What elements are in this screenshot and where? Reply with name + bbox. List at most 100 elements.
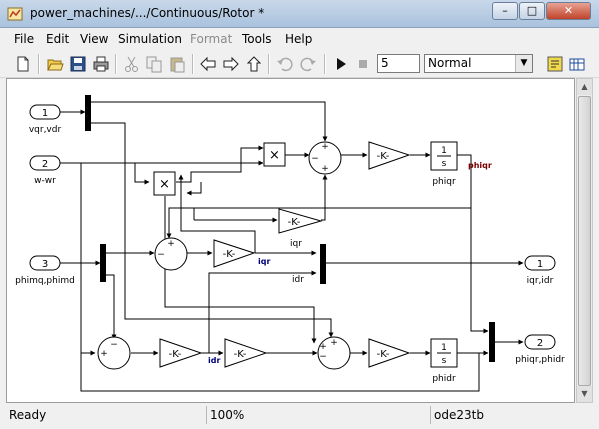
minimize-icon: –: [502, 4, 508, 17]
up-button[interactable]: [245, 55, 263, 73]
outport-1[interactable]: 1 iqr,idr: [524, 255, 556, 286]
print-icon: [93, 56, 109, 72]
outport-2-label: phiqr,phidr: [515, 355, 565, 365]
vertical-scrollbar[interactable]: ▲ ▼: [576, 78, 593, 403]
sum-4-sign-top: −: [110, 340, 118, 350]
status-bar: Ready 100% ode23tb: [0, 404, 599, 429]
library-browser-icon: [569, 58, 585, 71]
open-button[interactable]: [46, 55, 64, 73]
signal-label-iqr: iqr: [258, 257, 270, 266]
save-button[interactable]: [69, 55, 87, 73]
simulation-mode-value: Normal: [428, 56, 472, 70]
menu-simulation[interactable]: Simulation: [118, 32, 182, 46]
outport-1-number: 1: [537, 259, 543, 270]
product-block-1[interactable]: ×: [263, 142, 286, 167]
stop-simulation-button[interactable]: [354, 55, 372, 73]
inport-2[interactable]: 2 w-wr: [29, 155, 61, 186]
outport-2-number: 2: [537, 338, 543, 349]
gain-iqr-name: iqr: [290, 239, 302, 249]
toolbar-separator: [38, 54, 40, 74]
gain-block-1[interactable]: -K-: [368, 141, 411, 170]
library-browser-button[interactable]: [568, 55, 586, 73]
gain-6-label: -K-: [377, 349, 390, 360]
forward-icon: [223, 56, 239, 72]
menu-help[interactable]: Help: [285, 32, 312, 46]
solver-name: ode23tb: [430, 406, 580, 424]
stop-time-input[interactable]: 5: [377, 54, 420, 73]
gain-block-iqr[interactable]: -K- iqr: [278, 208, 323, 249]
inport-1[interactable]: 1 vqr,vdr: [29, 104, 62, 135]
sum-3-sign-left: +: [319, 342, 327, 352]
sum-block-1[interactable]: + − +: [308, 141, 342, 175]
start-icon: [337, 58, 346, 70]
cut-icon: [125, 56, 138, 72]
sum-4-sign-left: +: [100, 349, 108, 359]
gain-5-label: -K-: [234, 349, 247, 360]
toolbar-separator: [192, 54, 194, 74]
mux-iqr-idr[interactable]: [320, 244, 326, 284]
print-button[interactable]: [92, 55, 110, 73]
minimize-button[interactable]: –: [492, 2, 518, 20]
sum-block-3[interactable]: + + −: [317, 336, 351, 370]
simulation-mode-select[interactable]: Normal ▼: [424, 54, 533, 73]
cut-button[interactable]: [123, 55, 141, 73]
demux-1[interactable]: [85, 95, 91, 131]
sum-3-sign-top: +: [330, 338, 338, 348]
outport-2[interactable]: 2 phiqr,phidr: [515, 334, 565, 365]
mux-phiqr-phidr[interactable]: [489, 322, 495, 362]
model-advisor-button[interactable]: [546, 55, 564, 73]
back-button[interactable]: [199, 55, 217, 73]
inport-2-label: w-wr: [34, 176, 56, 186]
model-canvas[interactable]: 1 vqr,vdr 2 w-wr 3 phimq,phimd 1 iqr,idr…: [6, 78, 575, 403]
sum-3-sign-bottom: −: [319, 352, 327, 362]
inport-1-label: vqr,vdr: [29, 125, 62, 135]
maximize-button[interactable]: □: [519, 2, 545, 20]
scroll-down-icon[interactable]: ▼: [577, 386, 592, 402]
inport-3-label: phimq,phimd: [15, 276, 75, 286]
integrator-phidr[interactable]: 1 s phidr: [430, 338, 458, 384]
integrator-phiqr[interactable]: 1 s phiqr: [430, 141, 458, 187]
product-block-2[interactable]: ×: [153, 171, 176, 196]
scrollbar-thumb[interactable]: [578, 96, 591, 386]
sum-1-sign-left: −: [311, 154, 319, 164]
undo-button[interactable]: [276, 55, 294, 73]
gain-1-label: -K-: [377, 151, 390, 162]
start-simulation-button[interactable]: [332, 55, 350, 73]
sum-2-sign-top: +: [167, 239, 175, 249]
back-icon: [200, 56, 216, 72]
sum-block-4[interactable]: + −: [97, 336, 131, 370]
copy-button[interactable]: [145, 55, 163, 73]
gain-4-label: -K-: [169, 349, 182, 360]
new-model-icon: [17, 56, 29, 72]
sum-block-2[interactable]: + −: [154, 237, 188, 271]
menu-edit[interactable]: Edit: [46, 32, 69, 46]
chevron-down-icon[interactable]: ▼: [515, 55, 532, 72]
forward-button[interactable]: [222, 55, 240, 73]
menu-format[interactable]: Format: [190, 32, 232, 46]
close-button[interactable]: ✕: [546, 2, 591, 20]
demux-2[interactable]: [100, 244, 106, 282]
menu-view[interactable]: View: [80, 32, 108, 46]
menu-file[interactable]: File: [14, 32, 34, 46]
gain-block-4[interactable]: -K-: [159, 338, 203, 368]
redo-button[interactable]: [299, 55, 317, 73]
scroll-up-icon[interactable]: ▲: [577, 79, 592, 95]
inport-2-number: 2: [42, 159, 48, 170]
paste-button[interactable]: [168, 55, 186, 73]
gain-block-2[interactable]: -K-: [213, 239, 256, 268]
paste-icon: [170, 57, 185, 73]
gain-block-6[interactable]: -K-: [368, 338, 411, 368]
status-text: Ready: [9, 408, 47, 422]
gain-block-5[interactable]: -K-: [224, 338, 268, 368]
stop-icon: [359, 60, 367, 68]
undo-icon: [277, 57, 293, 72]
inport-3-number: 3: [42, 259, 48, 270]
new-model-button[interactable]: [14, 55, 32, 73]
inport-3[interactable]: 3 phimq,phimd: [15, 255, 75, 286]
product-1-symbol: ×: [269, 148, 280, 163]
copy-icon: [146, 56, 162, 73]
up-icon: [246, 56, 262, 72]
menu-tools[interactable]: Tools: [242, 32, 272, 46]
signal-label-phiqr: phiqr: [468, 161, 492, 170]
integrator-1-label: phiqr: [432, 177, 456, 187]
